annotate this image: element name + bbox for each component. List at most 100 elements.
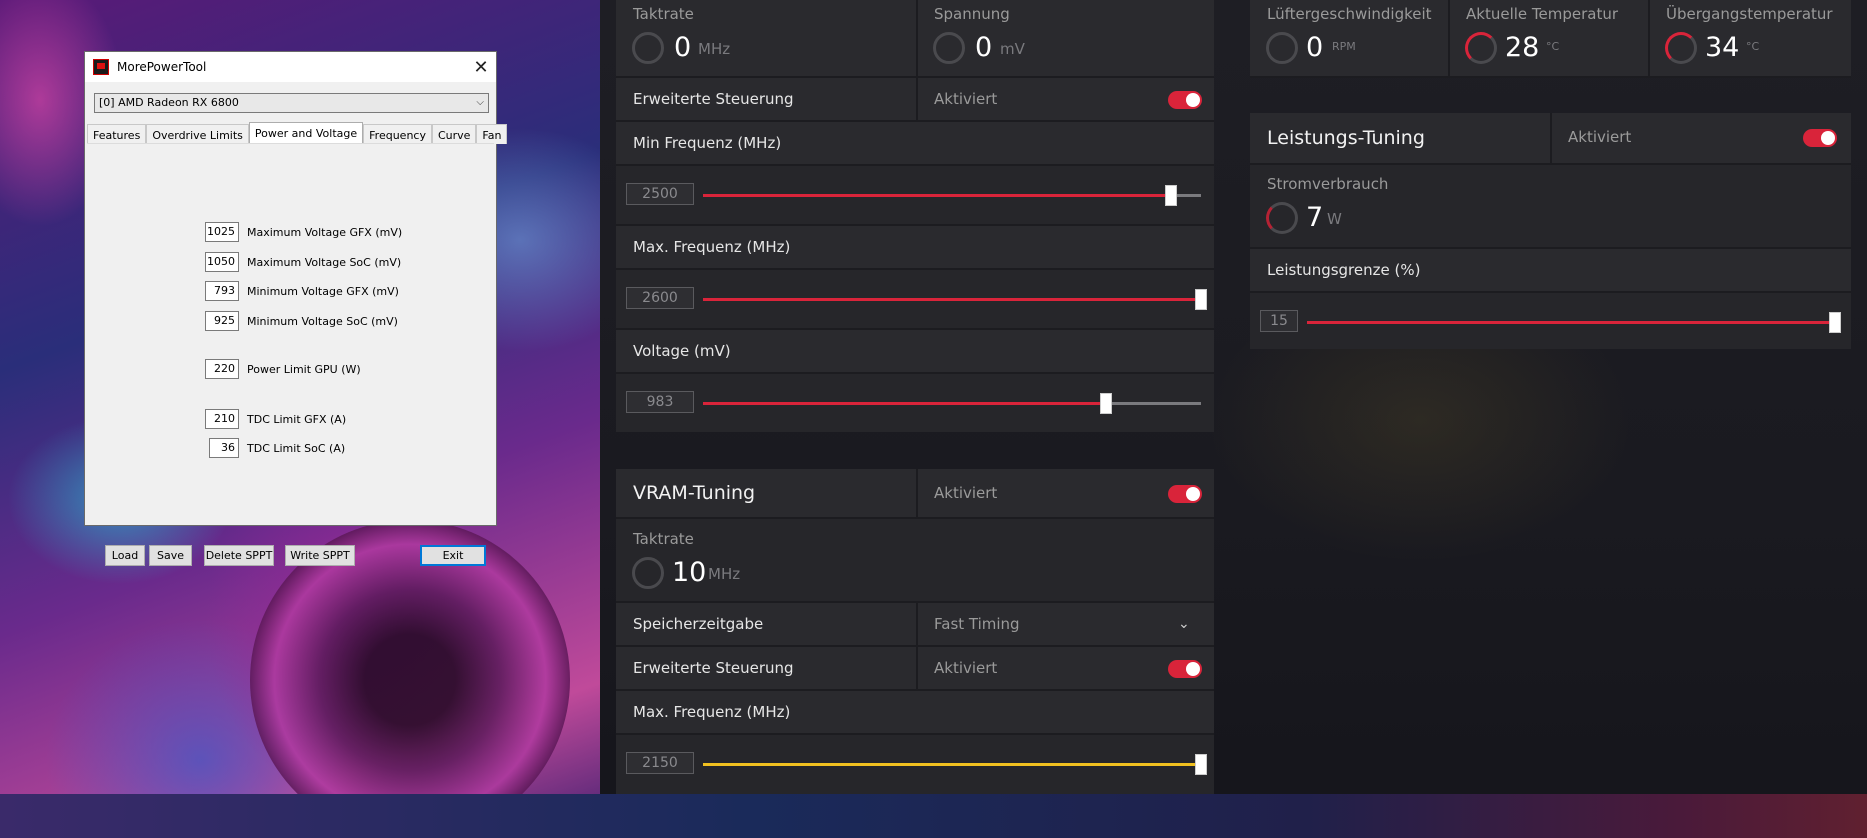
power-consumption-row: Stromverbrauch 7 W — [1250, 165, 1851, 249]
sensors-row: Lüftergeschwindigkeit 0 RPM Aktuelle Tem… — [1250, 0, 1851, 78]
junction-gauge-icon — [1665, 32, 1697, 64]
tdc-limit-soc-input[interactable]: 36 — [209, 438, 239, 458]
field-min-voltage-soc: 925 Minimum Voltage SoC (mV) — [205, 311, 398, 331]
temp-gauge-icon — [1465, 32, 1497, 64]
min-freq-slider-thumb[interactable] — [1165, 185, 1178, 206]
vram-toggle[interactable] — [1168, 485, 1202, 503]
vram-title: VRAM-Tuning — [633, 482, 756, 504]
gpu-metrics-row: Taktrate 0 MHz Spannung 0 mV — [616, 0, 1214, 78]
clock-metric: Taktrate 0 MHz — [616, 0, 916, 76]
min-freq-slider-row: 2500 — [616, 166, 1214, 226]
vram-max-freq-value[interactable]: 2150 — [626, 752, 694, 774]
tab-power-and-voltage[interactable]: Power and Voltage — [248, 122, 364, 144]
field-max-voltage-gfx: 1025 Maximum Voltage GFX (mV) — [205, 222, 402, 242]
max-freq-slider-thumb[interactable] — [1195, 289, 1207, 310]
memory-timing-select[interactable]: Fast Timing ⌄ — [916, 603, 1214, 645]
min-freq-header: Min Frequenz (MHz) — [616, 122, 1214, 166]
max-freq-value[interactable]: 2600 — [626, 287, 694, 309]
gpu-tuning-panel: Taktrate 0 MHz Spannung 0 mV Erweiterte … — [616, 0, 1214, 432]
tab-bar: Features Overdrive Limits Power and Volt… — [87, 122, 508, 144]
load-button[interactable]: Load — [105, 545, 145, 566]
vram-toggle-cell: Aktiviert — [916, 469, 1214, 517]
min-freq-value[interactable]: 2500 — [626, 183, 694, 205]
current-temp-value: 28 — [1505, 32, 1540, 63]
voltage-slider-row: 983 — [616, 374, 1214, 432]
vram-max-freq-slider-thumb[interactable] — [1195, 754, 1207, 775]
power-limit-value[interactable]: 15 — [1260, 310, 1298, 332]
max-freq-slider[interactable] — [703, 289, 1207, 310]
window-titlebar[interactable]: MorePowerTool ✕ — [85, 52, 496, 82]
max-voltage-soc-input[interactable]: 1050 — [205, 252, 239, 272]
max-voltage-gfx-input[interactable]: 1025 — [205, 222, 239, 242]
close-icon[interactable]: ✕ — [466, 52, 496, 82]
advanced-control-toggle[interactable] — [1168, 91, 1202, 109]
exit-button[interactable]: Exit — [420, 545, 486, 566]
power-limit-slider-fill — [1307, 321, 1835, 324]
delete-sppt-button[interactable]: Delete SPPT — [204, 545, 274, 566]
memory-timing-row: Speicherzeitgabe Fast Timing ⌄ — [616, 603, 1214, 647]
voltage-metric: Spannung 0 mV — [916, 0, 1214, 76]
power-consumption-value: 7 — [1306, 202, 1324, 233]
voltage-gauge-icon — [933, 32, 965, 64]
chevron-down-icon: ⌵ — [476, 97, 484, 108]
vram-clock-unit: MHz — [708, 565, 741, 583]
min-voltage-gfx-label: Minimum Voltage GFX (mV) — [247, 284, 399, 298]
power-limit-slider-thumb[interactable] — [1829, 312, 1841, 333]
advanced-control-toggle-cell: Aktiviert — [916, 78, 1214, 120]
power-limit-header: Leistungsgrenze (%) — [1250, 249, 1851, 293]
voltage-slider-thumb[interactable] — [1100, 393, 1113, 414]
field-power-limit-gpu: 220 Power Limit GPU (W) — [205, 359, 361, 379]
power-tuning-toggle[interactable] — [1803, 129, 1837, 147]
vram-max-freq-slider[interactable] — [703, 754, 1207, 775]
tab-frequency[interactable]: Frequency — [363, 124, 432, 144]
voltage-unit: mV — [1000, 40, 1025, 58]
field-min-voltage-gfx: 793 Minimum Voltage GFX (mV) — [205, 281, 399, 301]
power-tuning-toggle-cell: Aktiviert — [1550, 113, 1851, 163]
vram-advanced-toggle[interactable] — [1168, 660, 1202, 678]
voltage-slider-label: Voltage (mV) — [633, 342, 731, 360]
field-tdc-limit-gfx: 210 TDC Limit GFX (A) — [205, 409, 346, 429]
wallpaper-wheel — [250, 520, 570, 838]
field-max-voltage-soc: 1050 Maximum Voltage SoC (mV) — [205, 252, 401, 272]
vram-header-row: VRAM-Tuning Aktiviert — [616, 469, 1214, 519]
min-voltage-gfx-input[interactable]: 793 — [205, 281, 239, 301]
tab-fan[interactable]: Fan — [476, 124, 508, 144]
clock-gauge-icon — [632, 32, 664, 64]
junction-temp-unit: °C — [1746, 40, 1760, 53]
voltage-slider-value[interactable]: 983 — [626, 391, 694, 413]
vram-clock-gauge-icon — [632, 557, 664, 589]
min-freq-label: Min Frequenz (MHz) — [633, 134, 782, 152]
field-tdc-limit-soc: 36 TDC Limit SoC (A) — [205, 438, 345, 458]
device-select[interactable]: [0] AMD Radeon RX 6800 ⌵ — [94, 93, 489, 113]
morepowertool-window: MorePowerTool ✕ [0] AMD Radeon RX 6800 ⌵… — [84, 51, 508, 566]
write-sppt-button[interactable]: Write SPPT — [285, 545, 355, 566]
power-tuning-header: Leistungs-Tuning Aktiviert — [1250, 113, 1851, 165]
tdc-limit-gfx-input[interactable]: 210 — [205, 409, 239, 429]
power-limit-slider[interactable] — [1307, 312, 1841, 333]
vram-advanced-row: Erweiterte Steuerung Aktiviert — [616, 647, 1214, 691]
power-consumption-unit: W — [1327, 210, 1342, 228]
power-tuning-state: Aktiviert — [1568, 128, 1632, 146]
vram-tuning-panel: VRAM-Tuning Aktiviert Taktrate 10 MHz Sp… — [616, 469, 1214, 794]
power-limit-gpu-label: Power Limit GPU (W) — [247, 362, 361, 376]
min-freq-slider-fill — [703, 194, 1172, 197]
chevron-down-icon: ⌄ — [1178, 615, 1190, 631]
tab-curve[interactable]: Curve — [431, 124, 477, 144]
min-freq-slider[interactable] — [703, 185, 1201, 206]
fan-gauge-icon — [1266, 32, 1298, 64]
fan-speed-unit: RPM — [1332, 40, 1356, 53]
max-freq-label: Max. Frequenz (MHz) — [633, 238, 791, 256]
clock-label: Taktrate — [633, 5, 694, 23]
tab-overdrive-limits[interactable]: Overdrive Limits — [146, 124, 249, 144]
tab-features[interactable]: Features — [87, 124, 147, 144]
clock-value: 0 — [674, 32, 692, 63]
min-voltage-soc-input[interactable]: 925 — [205, 311, 239, 331]
sensors-panel: Lüftergeschwindigkeit 0 RPM Aktuelle Tem… — [1250, 0, 1851, 78]
memory-timing-label: Speicherzeitgabe — [633, 615, 764, 633]
power-limit-gpu-input[interactable]: 220 — [205, 359, 239, 379]
power-tuning-panel: Leistungs-Tuning Aktiviert Stromverbrauc… — [1250, 113, 1851, 349]
voltage-slider-fill — [703, 402, 1107, 405]
voltage-slider[interactable] — [703, 393, 1201, 414]
save-button[interactable]: Save — [149, 545, 192, 566]
vram-max-freq-label: Max. Frequenz (MHz) — [633, 703, 791, 721]
